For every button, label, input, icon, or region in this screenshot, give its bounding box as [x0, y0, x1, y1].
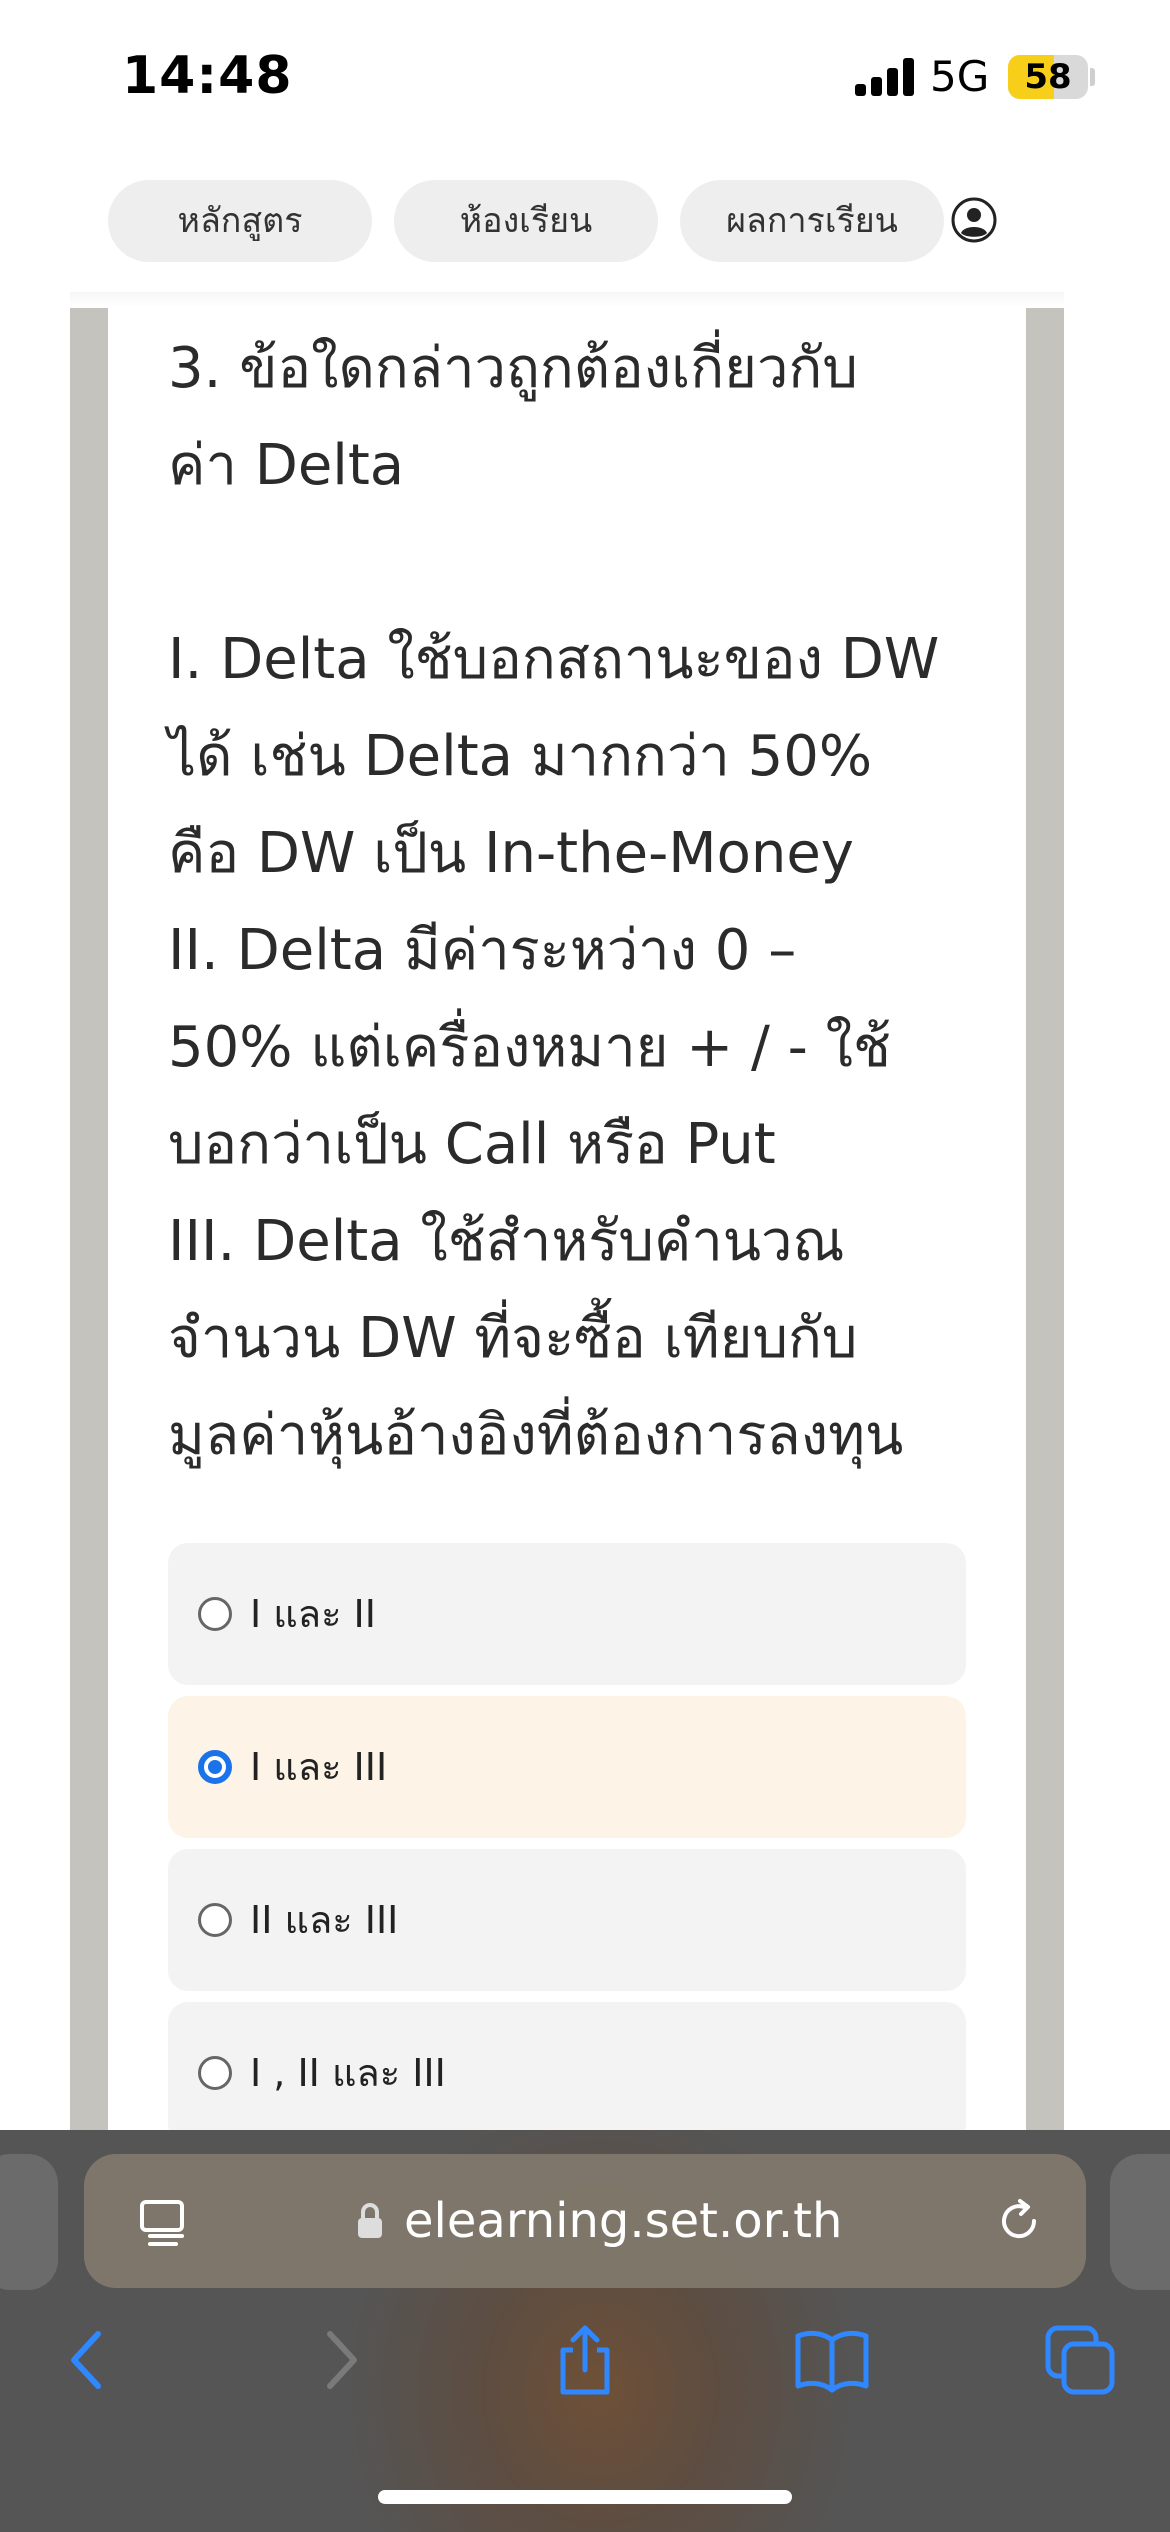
battery-cap	[1090, 68, 1095, 86]
question-line: 50% แต่เครื่องหมาย + / - ใช้	[168, 1015, 892, 1080]
home-indicator[interactable]	[378, 2490, 792, 2504]
answer-option-3[interactable]: II และ III	[168, 1849, 966, 1991]
share-icon[interactable]	[545, 2320, 625, 2400]
tabs-icon[interactable]	[1040, 2320, 1120, 2400]
previous-tab-preview[interactable]	[0, 2154, 58, 2290]
network-type: 5G	[930, 52, 990, 101]
answer-option-label: I และ III	[250, 1745, 388, 1789]
reload-icon[interactable]	[994, 2196, 1044, 2246]
question-line: I. Delta ใช้บอกสถานะของ DW	[168, 627, 940, 692]
status-bar: 14:48 5G 58	[0, 0, 1170, 150]
cellular-signal-icon	[855, 58, 915, 96]
tab-classroom[interactable]: ห้องเรียน	[394, 180, 658, 262]
browser-toolbar: elearning.set.or.th	[0, 2130, 1170, 2532]
url-text[interactable]: elearning.set.or.th	[404, 2154, 842, 2288]
radio-button[interactable]	[198, 1750, 232, 1784]
radio-button[interactable]	[198, 2056, 232, 2090]
forward-icon[interactable]	[300, 2320, 380, 2400]
next-tab-preview[interactable]	[1110, 2154, 1170, 2290]
tab-courses[interactable]: หลักสูตร	[108, 180, 372, 262]
lock-icon	[358, 2203, 382, 2238]
question-line: 3. ข้อใดกล่าวถูกต้องเกี่ยวกับ	[168, 336, 858, 401]
tab-results[interactable]: ผลการเรียน	[680, 180, 944, 262]
question-text: 3. ข้อใดกล่าวถูกต้องเกี่ยวกับ ค่า Delta …	[168, 320, 988, 1484]
radio-button[interactable]	[198, 1903, 232, 1937]
answer-option-2[interactable]: I และ III	[168, 1696, 966, 1838]
question-line: ค่า Delta	[168, 433, 405, 498]
radio-button[interactable]	[198, 1597, 232, 1631]
question-line: ได้ เช่น Delta มากกว่า 50%	[168, 724, 873, 789]
bookmarks-icon[interactable]	[792, 2320, 872, 2400]
address-bar[interactable]: elearning.set.or.th	[84, 2154, 1086, 2288]
answer-option-4[interactable]: I , II และ III	[168, 2002, 966, 2144]
question-line: คือ DW เป็น In-the-Money	[168, 821, 854, 886]
question-line: มูลค่าหุ้นอ้างอิงที่ต้องการลงทุน	[168, 1403, 904, 1468]
question-line: จำนวน DW ที่จะซื้อ เทียบกับ	[168, 1306, 858, 1371]
answer-option-label: I , II และ III	[250, 2051, 446, 2095]
battery-percent: 58	[1024, 57, 1072, 97]
battery-icon: 58	[1008, 55, 1088, 99]
question-line	[168, 514, 988, 611]
question-line: II. Delta มีค่าระหว่าง 0 –	[168, 918, 797, 983]
status-time: 14:48	[122, 46, 293, 106]
question-line: บอกว่าเป็น Call หรือ Put	[168, 1112, 776, 1177]
question-line: III. Delta ใช้สำหรับคำนวณ	[168, 1209, 845, 1274]
back-icon[interactable]	[48, 2320, 128, 2400]
answer-option-label: I และ II	[250, 1592, 376, 1636]
reader-mode-icon[interactable]	[136, 2196, 188, 2248]
answer-option-1[interactable]: I และ II	[168, 1543, 966, 1685]
user-account-icon[interactable]	[950, 196, 998, 244]
answer-option-label: II และ III	[250, 1898, 399, 1942]
